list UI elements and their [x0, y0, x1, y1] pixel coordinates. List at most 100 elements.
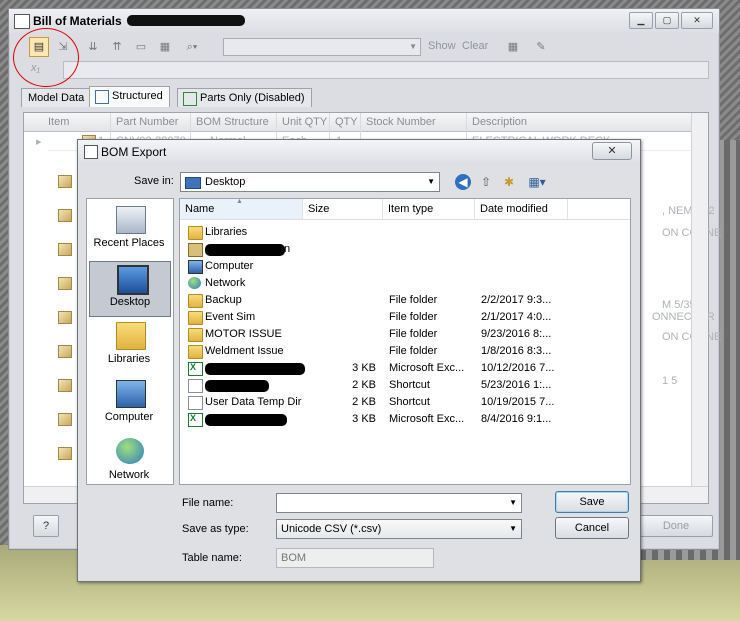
list-item[interactable]: 3 KB Microsoft Exc... 10/12/2016 7... [180, 360, 630, 377]
done-button[interactable]: Done [639, 515, 713, 537]
sort-descending-icon[interactable]: ⇈ [107, 37, 127, 57]
dialog-title-bar: BOM Export ✕ [78, 140, 640, 162]
list-item[interactable]: User Data Temp Dir 2 KB Shortcut 10/19/2… [180, 394, 630, 411]
folder-icon [188, 294, 203, 308]
place-recent-places[interactable]: Recent Places [89, 203, 169, 257]
list-item[interactable]: Weldment Issue File folder 1/8/2016 8:3.… [180, 343, 630, 360]
file-name: User Data Temp Dir [205, 396, 302, 408]
list-item[interactable]: Computer [180, 258, 630, 275]
formula-input[interactable] [63, 61, 709, 79]
redacted-name [205, 414, 287, 426]
file-size: 3 KB [352, 413, 376, 425]
expand-arrow-icon[interactable]: ▸ [36, 135, 42, 148]
view-menu-icon[interactable]: ▦▾ [525, 174, 549, 190]
choose-columns-icon[interactable]: ▦ [155, 37, 175, 57]
part-icon [58, 345, 72, 358]
save-in-value: Desktop [205, 176, 246, 188]
help-button[interactable]: ? [33, 515, 59, 537]
list-item[interactable]: 3 KB Microsoft Exc... 8/4/2016 9:1... [180, 411, 630, 428]
bom-toolbar: ▤ ⇲ ⇊ ⇈ ▭ ▦ ⌕▾ ▼ Show Clear ▦ ✎ [13, 35, 713, 57]
file-size: 2 KB [352, 396, 376, 408]
libraries-icon [188, 226, 203, 240]
bom-export-dialog: BOM Export ✕ Save in: Desktop ▼ ◀ ⇧ ✱ ▦▾… [77, 139, 641, 582]
place-desktop[interactable]: Desktop [89, 261, 171, 317]
clear-button[interactable]: Clear [462, 40, 488, 52]
file-type: File folder [389, 328, 438, 340]
file-list-header: Name ▲ Size Item type Date modified [180, 198, 630, 220]
save-as-type-dropdown[interactable]: Unicode CSV (*.csv) ▼ [276, 519, 522, 539]
col-qty[interactable]: QTY [335, 116, 358, 128]
sort-ascending-icon[interactable]: ⇊ [83, 37, 103, 57]
col-stock-number[interactable]: Stock Number [366, 116, 436, 128]
col-item[interactable]: Item [48, 116, 69, 128]
save-as-type-label: Save as type: [182, 523, 249, 535]
computer-icon [116, 380, 146, 408]
file-list[interactable]: Name ▲ Size Item type Date modified Libr… [179, 198, 631, 485]
part-properties-icon[interactable]: ▦ [503, 37, 523, 57]
file-name: Libraries [205, 226, 248, 238]
list-item[interactable]: Event Sim File folder 2/1/2017 4:0... [180, 309, 630, 326]
file-name: Backup [205, 294, 242, 306]
place-computer[interactable]: Computer [89, 377, 169, 431]
grid-vertical-scrollbar[interactable] [691, 113, 708, 487]
list-item[interactable]: n [180, 241, 630, 258]
bom-title-bar: Bill of Materials ▁ ▢ ✕ [9, 9, 719, 33]
list-item[interactable]: MOTOR ISSUE File folder 9/23/2016 8:... [180, 326, 630, 343]
maximize-button[interactable]: ▢ [655, 12, 679, 29]
col-unit-qty[interactable]: Unit QTY [282, 116, 327, 128]
dialog-title: BOM Export [101, 145, 167, 159]
description-cell: 1 5 [662, 375, 678, 387]
bom-window-title: Bill of Materials [33, 14, 122, 28]
network-icon [116, 438, 144, 464]
col-part-number[interactable]: Part Number [116, 116, 178, 128]
place-libraries[interactable]: Libraries [89, 319, 169, 373]
file-name-field[interactable]: ▼ [276, 493, 522, 513]
new-folder-icon[interactable]: ✱ [501, 174, 517, 190]
file-name: Computer [205, 260, 254, 272]
file-date: 2/2/2017 9:3... [481, 294, 552, 306]
part-icon [58, 447, 72, 460]
table-name-label: Table name: [182, 552, 242, 564]
chevron-down-icon[interactable]: ▼ [509, 498, 517, 507]
dialog-close-button[interactable]: ✕ [592, 142, 632, 160]
place-network[interactable]: Network [89, 435, 169, 489]
save-button[interactable]: Save [555, 491, 629, 513]
part-icon [58, 311, 72, 324]
find-icon[interactable]: ⌕▾ [179, 37, 205, 57]
table-name-value: BOM [281, 552, 307, 564]
minimize-button[interactable]: ▁ [629, 12, 653, 29]
col-item-type[interactable]: Item type [383, 199, 475, 219]
tool-settings-icon[interactable]: ✎ [531, 37, 551, 57]
libraries-icon [116, 322, 146, 350]
col-size[interactable]: Size [303, 199, 383, 219]
place-label: Libraries [107, 353, 151, 365]
formula-bar: x₁ [13, 59, 713, 79]
up-folder-icon[interactable]: ⇧ [478, 174, 494, 190]
redacted-name [205, 244, 285, 256]
save-in-dropdown[interactable]: Desktop ▼ [180, 172, 440, 192]
list-item[interactable]: Network [180, 275, 630, 292]
col-bom-structure[interactable]: BOM Structure [196, 116, 269, 128]
place-label: Network [108, 469, 150, 481]
col-date-modified[interactable]: Date modified [475, 199, 568, 219]
tab-structured[interactable]: Structured [89, 86, 170, 107]
recent-places-icon [116, 206, 146, 234]
col-name[interactable]: Name ▲ [180, 198, 303, 219]
redacted-name [205, 363, 305, 375]
show-button[interactable]: Show [428, 40, 456, 52]
list-item[interactable]: Backup File folder 2/2/2017 9:3... [180, 292, 630, 309]
file-type: Shortcut [389, 396, 430, 408]
computer-icon [188, 260, 203, 274]
list-item[interactable]: 2 KB Shortcut 5/23/2016 1:... [180, 377, 630, 394]
place-label: Desktop [109, 296, 151, 308]
back-icon[interactable]: ◀ [455, 174, 471, 190]
item-renumber-icon[interactable]: ▭ [131, 37, 151, 57]
col-description[interactable]: Description [472, 116, 527, 128]
cancel-button[interactable]: Cancel [555, 517, 629, 539]
list-item[interactable]: Libraries [180, 224, 630, 241]
tab-parts-only[interactable]: Parts Only (Disabled) [177, 88, 312, 107]
tab-model-data[interactable]: Model Data [21, 88, 92, 107]
user-icon [188, 243, 203, 257]
close-window-button[interactable]: ✕ [681, 12, 713, 29]
filter-dropdown[interactable]: ▼ [223, 38, 421, 56]
